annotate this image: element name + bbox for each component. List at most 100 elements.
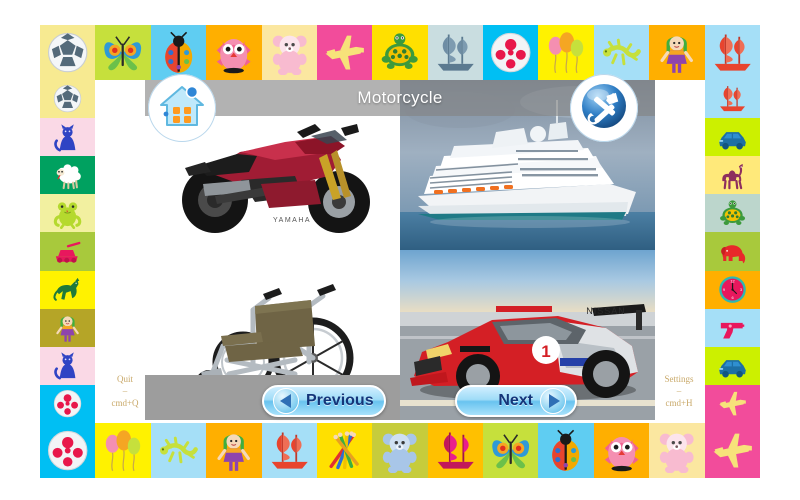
airplane-icon: [705, 423, 760, 478]
blue-bear-icon: [372, 423, 427, 478]
magenta-ship-icon: [428, 423, 483, 478]
butterfly-icon: [95, 25, 150, 80]
border-tile-bottom-0: [40, 423, 96, 478]
blue-cat-icon: [40, 347, 95, 385]
pink-tank-icon: [40, 232, 95, 270]
next-button-label: Next: [498, 392, 533, 409]
border-tile-right-5: 12 3 6 9: [705, 270, 760, 309]
green-horse-icon: [40, 271, 95, 309]
border-tile-left-6: [40, 308, 95, 347]
border-tile-left-3: [40, 194, 95, 233]
border-tile-bottom-7: [427, 423, 484, 478]
pencils-icon: [317, 423, 372, 478]
border-tile-bottom-11: [649, 423, 705, 478]
spotted-ball-icon: [40, 385, 95, 423]
camel-icon: [705, 156, 760, 194]
svg-text:9: 9: [723, 287, 725, 292]
ladybug-icon: [538, 423, 593, 478]
quit-hint: Quit – cmd+Q: [96, 373, 154, 409]
ladybug-icon: [151, 25, 206, 80]
border-tile-bottom-4: [261, 423, 317, 478]
border-tile-top-12: [704, 25, 760, 80]
airplane-icon: [705, 385, 760, 423]
arrow-right-icon: [540, 388, 566, 414]
border-tile-left-7: [40, 346, 95, 385]
svg-text:6: 6: [731, 295, 733, 300]
border-tile-top-6: [372, 25, 428, 80]
border-tile-right-0: [705, 80, 760, 119]
border-tile-top-1: [95, 25, 151, 80]
border-tile-right-6: [705, 308, 760, 347]
svg-text:NISSAN: NISSAN: [586, 306, 626, 316]
border-tile-right-8: [705, 384, 760, 423]
butterfly-icon: [483, 423, 538, 478]
border-tile-bottom-8: [483, 423, 539, 478]
border-tile-bottom-10: [593, 423, 650, 478]
spotted-ball-icon: [483, 25, 538, 80]
settings-hint-separator: –: [676, 386, 682, 396]
owl-icon: [594, 423, 649, 478]
border-tile-top-9: [538, 25, 594, 80]
turtle-icon: [705, 194, 760, 232]
teddy-bear-icon: [649, 423, 704, 478]
red-ship-icon: [705, 80, 760, 118]
border-tile-bottom-5: [316, 423, 373, 478]
border-tile-left-1: [40, 118, 95, 157]
home-button[interactable]: [148, 74, 216, 142]
red-ship-icon: [262, 423, 317, 478]
clock-icon: 12 3 6 9: [705, 271, 760, 309]
border-tile-left-0: [40, 80, 95, 119]
arrow-left-icon: [273, 388, 299, 414]
border-tile-right-4: [705, 232, 760, 271]
border-tile-bottom-3: [206, 423, 262, 478]
sailing-ship-icon: [428, 25, 483, 80]
border-tile-top-5: [316, 25, 373, 80]
border-tile-left-5: [40, 270, 95, 309]
svg-text:3: 3: [740, 287, 742, 292]
border-tile-bottom-2: [150, 423, 207, 478]
app-window: 12 3 6 9 YAMAHA 1 NISSAN Motorcycle Prev…: [0, 0, 800, 500]
border-tile-left-4: [40, 232, 95, 271]
blue-cat-icon: [40, 118, 95, 156]
settings-hint: Settings – cmd+H: [648, 373, 710, 409]
girl-doll-icon: [206, 423, 261, 478]
red-elephant-icon: [705, 232, 760, 270]
balloons-icon: [95, 423, 150, 478]
border-tile-top-4: [261, 25, 317, 80]
svg-text:YAMAHA: YAMAHA: [273, 217, 311, 224]
red-ship-icon: [705, 25, 760, 80]
settings-hint-shortcut: cmd+H: [665, 398, 693, 408]
border-tile-top-0: [40, 25, 96, 80]
border-tile-right-1: [705, 118, 760, 157]
spotted-ball-icon: [40, 423, 95, 478]
balloons-icon: [538, 25, 593, 80]
lizard-icon: [594, 25, 649, 80]
quit-hint-separator: –: [122, 386, 128, 396]
green-frog-icon: [40, 194, 95, 232]
pink-gun-icon: [705, 309, 760, 347]
blue-car-icon: [705, 347, 760, 385]
turtle-icon: [372, 25, 427, 80]
previous-button-label: Previous: [306, 392, 374, 409]
border-tile-top-2: [150, 25, 207, 80]
soccer-ball-icon: [40, 25, 95, 80]
border-tile-bottom-9: [538, 423, 594, 478]
next-button[interactable]: Next: [455, 385, 577, 417]
border-tile-top-7: [427, 25, 484, 80]
soccer-ball-icon: [40, 80, 95, 118]
page-title: Motorcycle: [357, 88, 443, 107]
blue-car-icon: [705, 118, 760, 156]
quit-hint-shortcut: cmd+Q: [111, 398, 139, 408]
girl-doll-icon: [649, 25, 704, 80]
girl-doll-icon: [40, 309, 95, 347]
border-tile-top-8: [483, 25, 539, 80]
settings-button[interactable]: [570, 74, 638, 142]
previous-button[interactable]: Previous: [262, 385, 386, 417]
teddy-bear-icon: [262, 25, 317, 80]
border-tile-top-11: [649, 25, 705, 80]
border-tile-top-3: [206, 25, 262, 80]
lizard-icon: [151, 423, 206, 478]
border-tile-bottom-6: [372, 423, 428, 478]
tools-icon: [579, 81, 629, 136]
airplane-icon: [317, 25, 372, 80]
